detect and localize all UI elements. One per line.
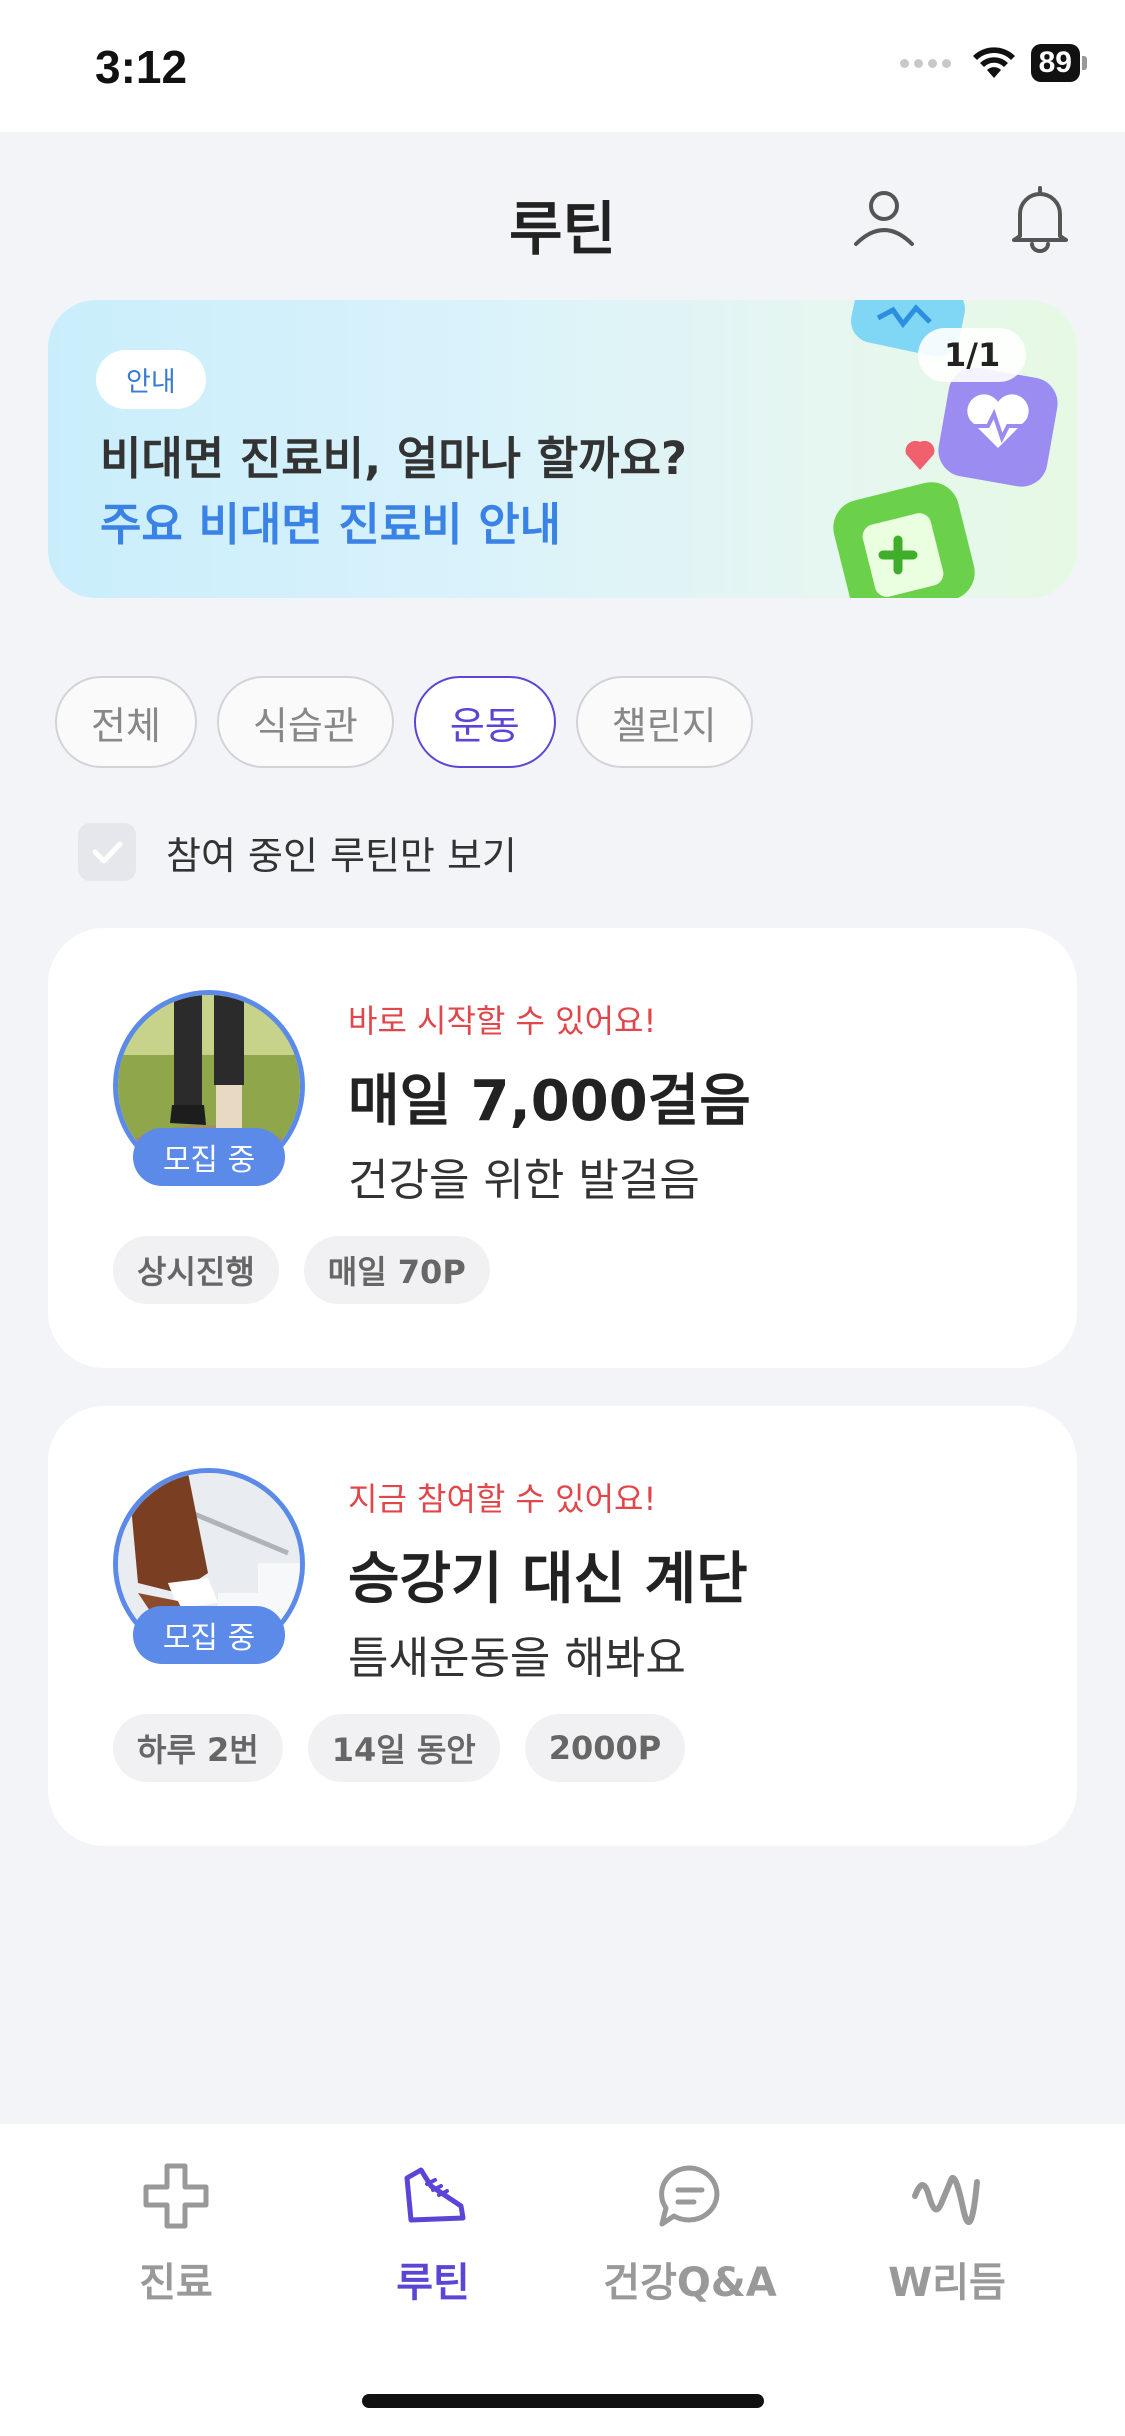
wave-icon bbox=[912, 2175, 980, 2225]
health-illustration-icon bbox=[833, 300, 1058, 598]
info-banner[interactable]: 안내 비대면 진료비, 얼마나 할까요? 주요 비대면 진료비 안내 1/1 bbox=[48, 300, 1077, 598]
bottom-tab-bar: 진료 루틴 건강Q&A W리듬 bbox=[0, 2124, 1125, 2436]
routine-tag: 매일 70P bbox=[303, 1236, 490, 1304]
banner-subheadline: 주요 비대면 진료비 안내 bbox=[100, 498, 562, 551]
tab-routine[interactable]: 루틴 bbox=[313, 2160, 553, 2308]
wifi-icon bbox=[972, 47, 1015, 78]
check-icon bbox=[92, 841, 123, 864]
filter-chip-all[interactable]: 전체 bbox=[55, 676, 197, 768]
filter-chip-exercise[interactable]: 운동 bbox=[413, 676, 556, 768]
tab-label: W리듬 bbox=[888, 2260, 1006, 2306]
routine-subtitle: 틈새운동을 해봐요 bbox=[348, 1633, 686, 1684]
tab-w-rhythm[interactable]: W리듬 bbox=[827, 2160, 1067, 2308]
banner-page-indicator: 1/1 bbox=[918, 328, 1027, 382]
recruit-status-badge: 모집 중 bbox=[133, 1606, 285, 1664]
chat-bubble-icon bbox=[659, 2165, 720, 2227]
battery-level: 89 bbox=[1030, 44, 1080, 82]
routine-tag: 14일 동안 bbox=[307, 1714, 500, 1782]
banner-tag: 안내 bbox=[96, 350, 206, 409]
routine-tag: 2000P bbox=[524, 1714, 686, 1782]
page-title: 루틴 bbox=[509, 195, 616, 263]
banner-headline: 비대면 진료비, 얼마나 할까요? bbox=[100, 432, 687, 485]
only-joined-toggle[interactable]: 참여 중인 루틴만 보기 bbox=[78, 823, 517, 881]
tab-health-qa[interactable]: 건강Q&A bbox=[570, 2160, 810, 2308]
status-indicators: 89 bbox=[899, 44, 1087, 82]
routine-eyebrow: 지금 참여할 수 있어요! bbox=[348, 1480, 657, 1518]
only-joined-checkbox[interactable] bbox=[78, 823, 136, 881]
filter-chip-challenge[interactable]: 챌린지 bbox=[575, 676, 753, 768]
sneaker-icon bbox=[404, 2167, 466, 2223]
routine-subtitle: 건강을 위한 발걸음 bbox=[348, 1155, 700, 1206]
tab-label: 건강Q&A bbox=[603, 2260, 777, 2306]
tab-clinic[interactable]: 진료 bbox=[56, 2160, 296, 2308]
status-bar: 3:12 89 bbox=[0, 0, 1125, 132]
routine-card[interactable]: 모집 중 지금 참여할 수 있어요! 승강기 대신 계단 틈새운동을 해봐요 하… bbox=[48, 1406, 1077, 1846]
routine-card[interactable]: 모집 중 바로 시작할 수 있어요! 매일 7,000걸음 건강을 위한 발걸음… bbox=[48, 928, 1077, 1368]
routine-tag: 상시진행 bbox=[113, 1236, 279, 1304]
routine-tags: 하루 2번 14일 동안 2000P bbox=[113, 1714, 686, 1782]
bell-icon[interactable] bbox=[1004, 182, 1076, 254]
routine-eyebrow: 바로 시작할 수 있어요! bbox=[348, 1002, 657, 1040]
cellular-signal-icon bbox=[899, 58, 951, 68]
tab-label: 진료 bbox=[139, 2260, 213, 2306]
status-time: 3:12 bbox=[95, 41, 188, 93]
routine-title: 승강기 대신 계단 bbox=[348, 1547, 748, 1612]
plus-cross-icon bbox=[143, 2163, 209, 2229]
home-indicator[interactable] bbox=[362, 2394, 764, 2408]
routine-title: 매일 7,000걸음 bbox=[348, 1069, 751, 1134]
recruit-status-badge: 모집 중 bbox=[133, 1128, 285, 1186]
profile-icon[interactable] bbox=[848, 182, 920, 254]
routine-tags: 상시진행 매일 70P bbox=[113, 1236, 490, 1304]
app-header: 루틴 bbox=[0, 132, 1125, 297]
routine-tag: 하루 2번 bbox=[113, 1714, 283, 1782]
tab-label: 루틴 bbox=[396, 2260, 470, 2306]
only-joined-label: 참여 중인 루틴만 보기 bbox=[166, 833, 517, 878]
filter-chip-diet[interactable]: 식습관 bbox=[216, 676, 394, 768]
category-filters: 전체 식습관 운동 챌린지 bbox=[55, 676, 753, 768]
battery-icon bbox=[1082, 56, 1087, 70]
